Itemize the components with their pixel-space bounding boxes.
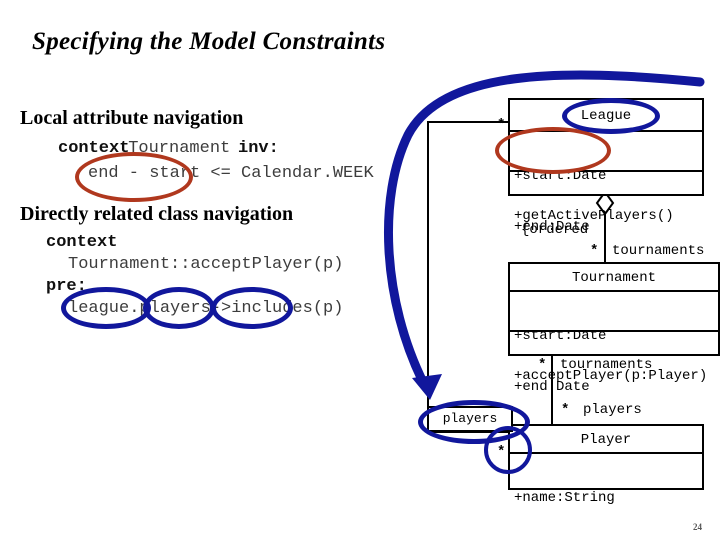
annotation-ellipse-blue-league-classname: [562, 98, 660, 134]
slide-canvas: Specifying the Model Constraints Local a…: [0, 0, 720, 540]
code-keyword-context-2: context: [46, 233, 118, 252]
code-keyword-inv: inv:: [238, 139, 279, 158]
annotation-ellipse-blue-includes-term: [211, 287, 293, 329]
uml-class-name-player: Player: [510, 426, 702, 454]
uml-attributes-tournament: +start:Date +end:Date: [510, 292, 718, 395]
uml-attributes-player: +name:String +email:String: [510, 454, 702, 506]
annotation-ellipse-blue-player-multiplicity: [484, 426, 532, 474]
role-label-tournaments-upper: tournaments: [612, 243, 705, 259]
uml-attribute: +name:String: [514, 490, 615, 506]
multiplicity-tournaments-lower: *: [538, 357, 547, 373]
role-label-tournaments-lower: tournaments: [560, 357, 653, 373]
annotation-ellipse-red-invariant: [75, 152, 193, 202]
constraint-ordered: {ordered: [521, 222, 589, 238]
uml-class-tournament: Tournament +start:Date +end:Date +accept…: [508, 262, 720, 395]
multiplicity-players: *: [561, 402, 570, 418]
uml-class-player: Player +name:String +email:String: [508, 424, 704, 506]
section-heading-directly-related-class-navigation: Directly related class navigation: [20, 203, 294, 225]
section-heading-local-attribute-navigation: Local attribute navigation: [20, 107, 244, 129]
multiplicity-tournaments-upper: *: [590, 243, 599, 259]
association-line-league-vertical: [427, 121, 429, 433]
code-operation-signature: Tournament::acceptPlayer(p): [68, 255, 344, 274]
role-label-players-end: players: [583, 402, 642, 418]
multiplicity-league: *: [497, 117, 506, 133]
annotation-ellipse-blue-league-term: [61, 287, 151, 329]
annotation-ellipse-red-league-attributes: [495, 127, 611, 174]
annotation-ellipse-blue-players-term: [143, 287, 215, 329]
uml-class-name-tournament: Tournament: [510, 264, 718, 292]
page-number: 24: [693, 522, 702, 532]
page-title: Specifying the Model Constraints: [32, 28, 386, 55]
